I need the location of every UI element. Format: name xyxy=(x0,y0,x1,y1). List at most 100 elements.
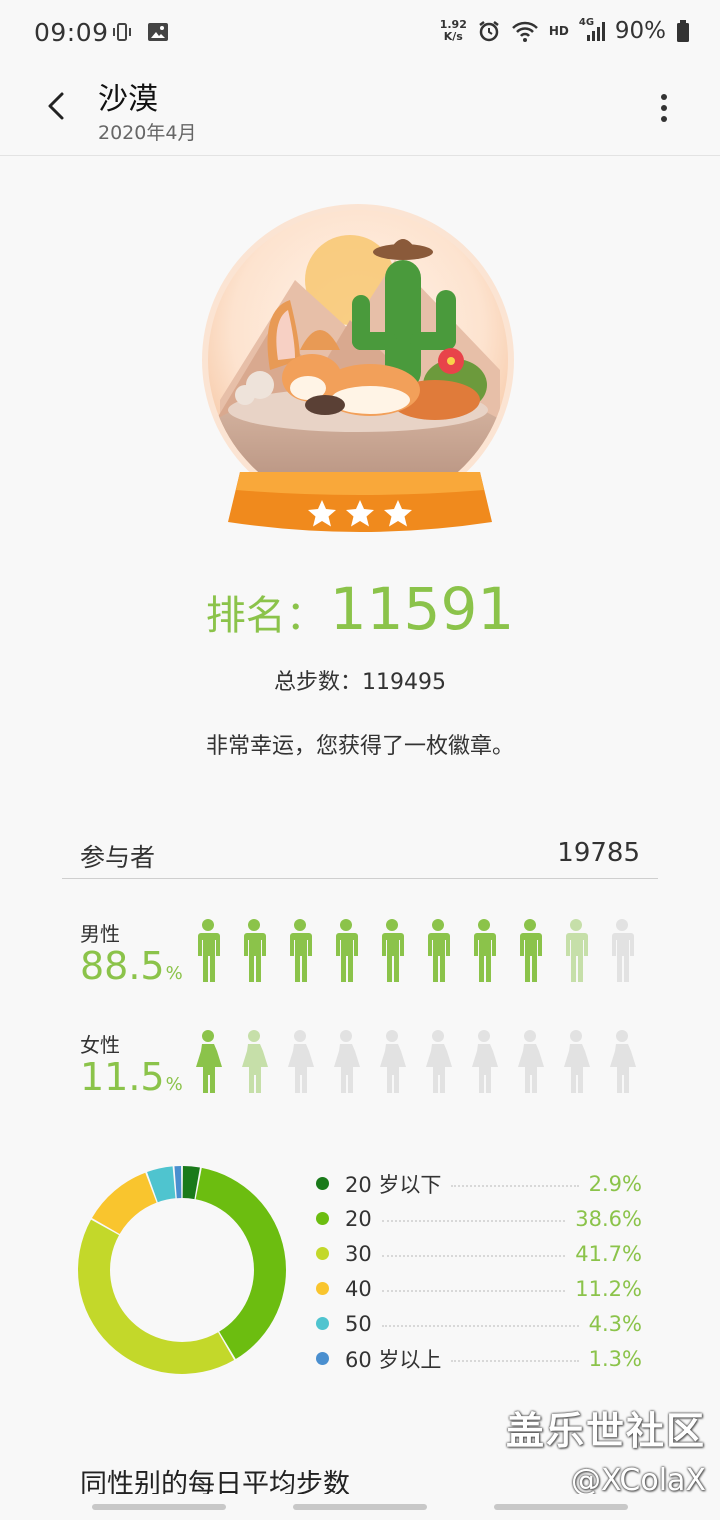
male-person-icon xyxy=(612,919,634,982)
donut-slice-3 xyxy=(91,1172,157,1234)
total-steps: 总步数：119495 xyxy=(274,670,446,695)
battery-percent: 90% xyxy=(614,18,666,44)
male-person-icon xyxy=(336,919,358,982)
female-person-icon xyxy=(196,1030,222,1093)
male-person-icon xyxy=(290,919,312,982)
donut-slice-5 xyxy=(174,1166,182,1199)
age-legend: 20 岁以下 2.9% 20 38.6% 30 41.7% 40 11.2% 50 4.3% 60 … xyxy=(316,1166,642,1376)
legend-dot xyxy=(316,1177,329,1190)
female-person-icon xyxy=(564,1030,590,1093)
male-person-icon xyxy=(244,919,266,982)
legend-label: 30 xyxy=(345,1241,372,1266)
female-person-icon xyxy=(610,1030,636,1093)
legend-label: 60 岁以上 xyxy=(345,1347,442,1372)
image-icon xyxy=(148,23,168,41)
legend-label: 20 岁以下 xyxy=(345,1172,442,1197)
status-bar: 09:09 1.92 K/s HD 4G 90% xyxy=(0,0,720,68)
legend-label: 20 xyxy=(345,1206,372,1231)
battery-icon xyxy=(677,20,689,42)
legend-dot xyxy=(316,1352,329,1365)
male-label: 男性 xyxy=(80,922,120,946)
nav-recents-button[interactable] xyxy=(92,1504,226,1510)
back-arrow-icon xyxy=(48,92,64,120)
legend-item: 50 4.3% xyxy=(316,1306,642,1341)
nav-home-button[interactable] xyxy=(293,1504,427,1510)
female-person-icon xyxy=(426,1030,452,1093)
legend-item: 20 38.6% xyxy=(316,1201,642,1236)
male-percent: 88.5% xyxy=(80,944,183,988)
donut-slice-1 xyxy=(195,1167,286,1360)
net-speed: 1.92 K/s xyxy=(440,19,467,43)
legend-dot xyxy=(316,1282,329,1295)
legend-value: 1.3% xyxy=(588,1346,642,1371)
legend-leader xyxy=(451,1359,579,1362)
legend-value: 11.2% xyxy=(575,1276,642,1301)
desert-badge xyxy=(200,200,520,545)
female-person-icon xyxy=(518,1030,544,1093)
legend-label: 50 xyxy=(345,1311,372,1336)
female-person-icon xyxy=(242,1030,268,1093)
donut-slice-2 xyxy=(77,1219,235,1374)
male-person-icon xyxy=(428,919,450,982)
page-subtitle: 2020年4月 xyxy=(98,122,197,144)
female-percent-unit: % xyxy=(165,1074,183,1095)
male-person-icon xyxy=(520,919,542,982)
female-row: 女性 11.5% xyxy=(80,1029,660,1109)
legend-value: 2.9% xyxy=(588,1171,642,1196)
legend-item: 20 岁以下 2.9% xyxy=(316,1166,642,1201)
male-person-icon xyxy=(198,919,220,982)
wifi-icon xyxy=(511,21,538,42)
legend-item: 40 11.2% xyxy=(316,1271,642,1306)
legend-leader xyxy=(381,1219,566,1222)
male-person-icon xyxy=(382,919,404,982)
male-row: 男性 88.5% xyxy=(80,918,660,998)
female-person-icon xyxy=(472,1030,498,1093)
male-person-icon xyxy=(566,919,588,982)
participants-label: 参与者 xyxy=(80,843,156,872)
back-button[interactable] xyxy=(38,86,78,126)
app-bar: 沙漠 2020年4月 xyxy=(0,68,720,156)
female-person-icon xyxy=(380,1030,406,1093)
desert-badge-illustration xyxy=(202,204,514,532)
participants-row: 参与者 19785 xyxy=(62,832,658,879)
watermark: 盖乐世社区 @XColaX xyxy=(506,1400,706,1498)
female-figures xyxy=(196,1030,636,1093)
badge-message: 非常幸运，您获得了一枚徽章。 xyxy=(205,734,514,759)
more-options-button[interactable] xyxy=(652,90,676,126)
male-person-icon xyxy=(474,919,496,982)
female-person-icon xyxy=(334,1030,360,1093)
legend-value: 38.6% xyxy=(575,1206,642,1231)
male-figures xyxy=(198,919,634,982)
female-percent: 11.5% xyxy=(80,1055,183,1099)
legend-dot xyxy=(316,1247,329,1260)
hd-indicator: HD xyxy=(548,24,569,38)
female-label: 女性 xyxy=(80,1033,120,1057)
rank-label: 排名： xyxy=(205,593,326,639)
legend-value: 4.3% xyxy=(588,1311,642,1336)
status-right-icons: 1.92 K/s HD 4G 90% xyxy=(440,17,690,44)
female-person-icon xyxy=(288,1030,314,1093)
vibrate-icon xyxy=(113,23,131,41)
rank-value: 11591 xyxy=(329,575,515,643)
legend-dot xyxy=(316,1212,329,1225)
male-percent-value: 88.5 xyxy=(80,944,165,988)
navigation-bar xyxy=(0,1494,720,1520)
male-percent-unit: % xyxy=(165,963,183,984)
legend-leader xyxy=(451,1184,579,1187)
net-speed-unit: K/s xyxy=(443,30,463,43)
legend-value: 41.7% xyxy=(575,1241,642,1266)
legend-leader xyxy=(381,1289,566,1292)
status-time: 09:09 xyxy=(34,18,109,47)
female-percent-value: 11.5 xyxy=(80,1055,165,1099)
rank-display: 排名：11591 xyxy=(0,575,720,643)
signal-icon: 4G xyxy=(579,17,605,43)
age-donut-chart xyxy=(77,1166,286,1374)
nav-back-button[interactable] xyxy=(494,1504,628,1510)
watermark-line1: 盖乐世社区 xyxy=(505,1409,706,1453)
alarm-icon xyxy=(479,21,499,42)
legend-leader xyxy=(381,1254,566,1257)
legend-item: 30 41.7% xyxy=(316,1236,642,1271)
legend-leader xyxy=(381,1324,579,1327)
participants-count: 19785 xyxy=(557,838,640,868)
legend-label: 40 xyxy=(345,1276,372,1301)
